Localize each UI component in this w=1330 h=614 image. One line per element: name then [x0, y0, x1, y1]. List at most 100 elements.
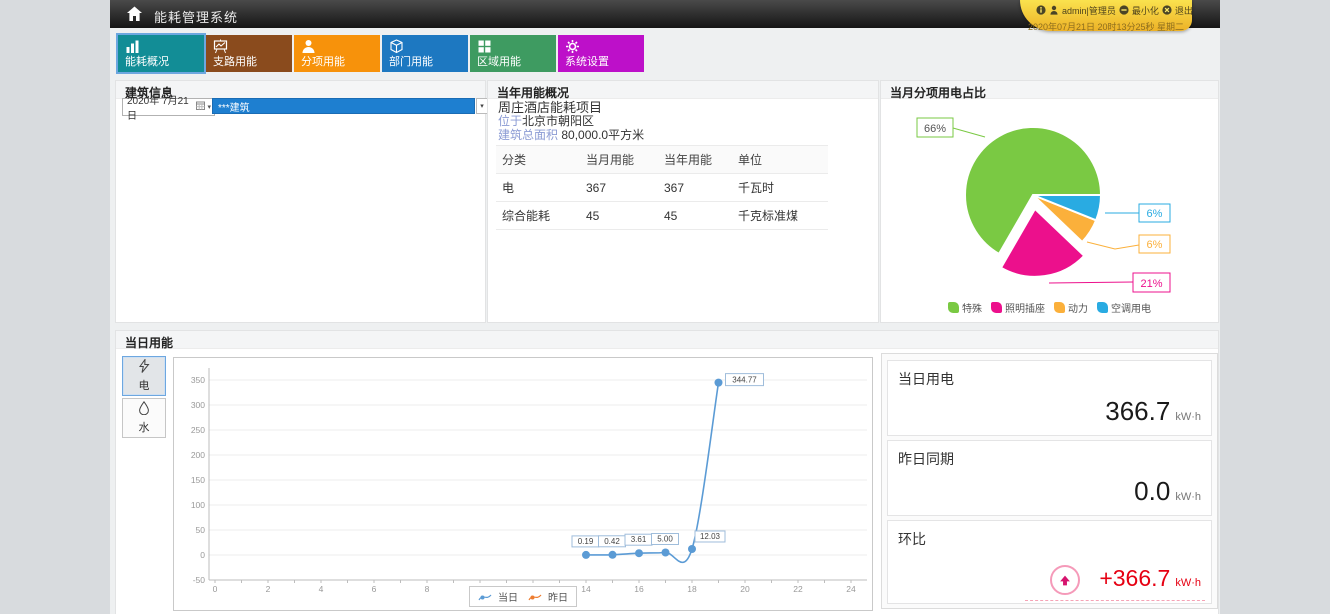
legend-item-today[interactable]: 当日	[478, 589, 518, 604]
nav-tile-label: 分项用能	[301, 53, 345, 69]
svg-text:6%: 6%	[1147, 239, 1163, 251]
svg-text:50: 50	[196, 525, 206, 535]
toggle-water[interactable]: 水	[122, 398, 166, 438]
pie-chart: 66%6%6%21%	[881, 96, 1217, 308]
legend-label: 当日	[498, 589, 518, 604]
cell: 千瓦时	[732, 174, 828, 202]
stat-card-yesterday: 昨日同期 0.0 kW·h	[887, 440, 1212, 516]
svg-text:150: 150	[191, 475, 205, 485]
cell: 电	[496, 174, 580, 202]
pie-chart-panel: 当月分项用电占比 66%6%6%21% 特殊 照明插座 动力 空调用电	[880, 80, 1219, 323]
stats-panel: 当日用电 366.7 kW·h 昨日同期 0.0 kW·h 环比 +366.7	[881, 353, 1218, 609]
toggle-label: 电	[139, 377, 150, 393]
branch-energy-icon	[213, 39, 228, 54]
cell: 367	[658, 174, 732, 202]
table-row: 电 367 367 千瓦时	[496, 174, 828, 202]
svg-text:66%: 66%	[924, 123, 946, 135]
col-header: 分类	[496, 146, 580, 174]
nav-tile-department-energy[interactable]: 部门用能	[382, 35, 468, 72]
energy-dashboard: 能耗管理系统 admin|管理员 最小化 退出 2020年07月21日 20时1…	[0, 0, 1330, 614]
minimize-icon[interactable]	[1119, 5, 1129, 17]
logout-button[interactable]: 退出	[1175, 4, 1193, 17]
stat-value: 0.0	[1134, 476, 1170, 507]
area-value: 80,000.0平方米	[561, 128, 644, 142]
building-select[interactable]: ***建筑	[212, 98, 475, 114]
year-overview-panel: 当年用能概况 周庄酒店能耗项目 位于北京市朝阳区 建筑总面积 80,000.0平…	[487, 80, 879, 323]
svg-text:0.42: 0.42	[604, 537, 620, 546]
legend-item[interactable]: 特殊	[948, 300, 982, 315]
logout-icon[interactable]	[1162, 5, 1172, 17]
nav-tile-energy-overview[interactable]: 能耗概况	[118, 35, 204, 72]
legend-color-chip	[1097, 302, 1108, 313]
nav-tile-area-energy[interactable]: 区域用能	[470, 35, 556, 72]
cell: 45	[580, 202, 658, 230]
legend-item[interactable]: 空调用电	[1097, 300, 1151, 315]
nav-tile-branch-energy[interactable]: 支路用能	[206, 35, 292, 72]
nav-tile-label: 能耗概况	[125, 53, 169, 69]
svg-text:-50: -50	[193, 575, 206, 585]
legend-label: 昨日	[548, 589, 568, 604]
stat-value: 366.7	[1105, 396, 1170, 427]
username-label[interactable]: admin|管理员	[1062, 4, 1116, 17]
energy-overview-icon	[125, 39, 140, 54]
energy-summary-table: 分类 当月用能 当年用能 单位 电 367 367 千瓦时 综合能耗 45 45	[496, 145, 828, 230]
legend-label: 动力	[1068, 300, 1088, 315]
minimize-button[interactable]: 最小化	[1132, 4, 1159, 17]
user-icon	[1049, 5, 1059, 17]
svg-text:5.00: 5.00	[657, 535, 673, 544]
home-icon[interactable]	[126, 6, 143, 22]
stat-unit: kW·h	[1175, 577, 1201, 589]
chevron-down-icon: ▾	[207, 103, 211, 111]
legend-item[interactable]: 照明插座	[991, 300, 1045, 315]
nav-tile-subitem-energy[interactable]: 分项用能	[294, 35, 380, 72]
calendar-icon	[196, 101, 205, 113]
stat-card-ratio: 环比 +366.7 kW·h	[887, 520, 1212, 604]
main-nav: 能耗概况 支路用能 分项用能 部门用能 区域用能 系统设置	[118, 35, 644, 72]
svg-text:0: 0	[213, 584, 218, 594]
toggle-electricity[interactable]: 电	[122, 356, 166, 396]
user-banner: admin|管理员 最小化 退出 2020年07月21日 20时13分25秒 星…	[1020, 0, 1192, 31]
legend-item-yesterday[interactable]: 昨日	[528, 589, 568, 604]
table-header-row: 分类 当月用能 当年用能 单位	[496, 146, 828, 174]
table-row: 综合能耗 45 45 千克标准煤	[496, 202, 828, 230]
svg-text:0: 0	[200, 550, 205, 560]
stat-card-today: 当日用电 366.7 kW·h	[887, 360, 1212, 436]
legend-color-chip	[991, 302, 1002, 313]
nav-tile-label: 支路用能	[213, 53, 257, 69]
legend-color-chip	[1054, 302, 1065, 313]
building-info-panel: 建筑信息 2020年 7月21日 ▾ ***建筑 ▾	[115, 80, 486, 323]
legend-color-chip	[948, 302, 959, 313]
info-icon[interactable]	[1036, 5, 1046, 17]
svg-text:6: 6	[372, 584, 377, 594]
nav-tile-settings[interactable]: 系统设置	[558, 35, 644, 72]
stat-label: 当日用电	[898, 369, 954, 389]
department-energy-icon	[389, 39, 404, 54]
svg-text:14: 14	[581, 584, 591, 594]
nav-tile-label: 区域用能	[477, 53, 521, 69]
line-chart-panel: -500501001502002503003500246810121416182…	[173, 357, 873, 611]
line-chart-legend: 当日 昨日	[469, 586, 577, 607]
svg-text:3.61: 3.61	[631, 535, 647, 544]
svg-text:8: 8	[425, 584, 430, 594]
area-label: 建筑总面积	[498, 128, 558, 142]
svg-text:18: 18	[687, 584, 697, 594]
cell: 千克标准煤	[732, 202, 828, 230]
nav-tile-label: 部门用能	[389, 53, 433, 69]
svg-text:2: 2	[266, 584, 271, 594]
date-picker[interactable]: 2020年 7月21日 ▾	[122, 98, 215, 116]
stat-unit: kW·h	[1175, 411, 1201, 423]
stat-unit: kW·h	[1175, 491, 1201, 503]
gear-icon	[565, 39, 580, 54]
svg-text:6%: 6%	[1147, 208, 1163, 220]
building-select-value: ***建筑	[218, 99, 250, 114]
line-series-icon	[478, 592, 492, 602]
line-series-icon	[528, 592, 542, 602]
svg-text:4: 4	[319, 584, 324, 594]
svg-text:20: 20	[740, 584, 750, 594]
toggle-label: 水	[139, 419, 150, 435]
area-energy-icon	[477, 39, 492, 54]
pie-legend: 特殊 照明插座 动力 空调用电	[881, 300, 1218, 315]
electricity-icon	[138, 359, 150, 376]
legend-item[interactable]: 动力	[1054, 300, 1088, 315]
cell: 综合能耗	[496, 202, 580, 230]
